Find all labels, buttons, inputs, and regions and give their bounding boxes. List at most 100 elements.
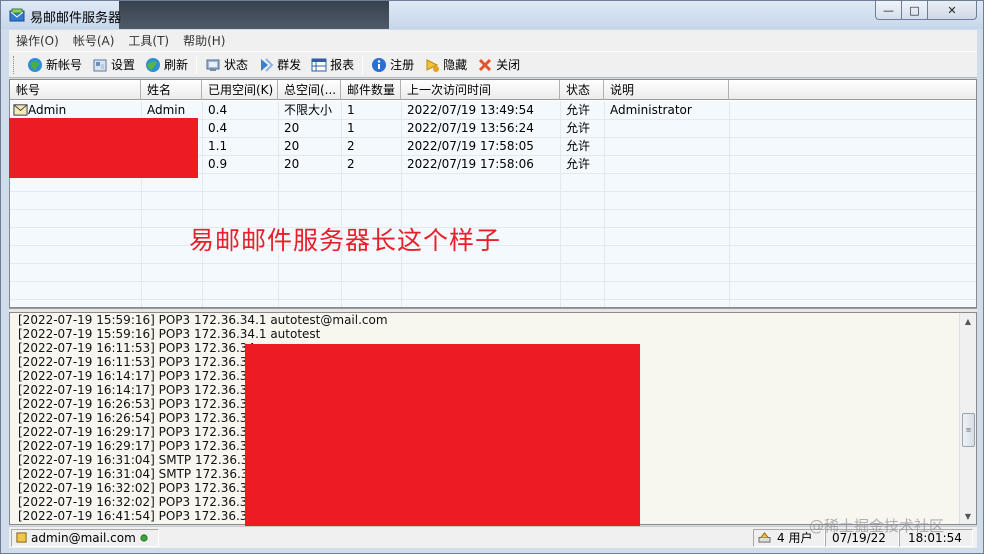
menu-help[interactable]: 帮助(H)	[176, 32, 232, 49]
register-label: 注册	[390, 58, 415, 72]
log-line: [2022-07-19 16:41:54] POP3 172.36.34.	[18, 509, 259, 523]
mail-count-cell: 2	[347, 139, 355, 153]
grid-line	[10, 263, 976, 264]
status-account: admin@mail.com	[31, 531, 136, 545]
settings-button[interactable]: 设置	[87, 54, 140, 76]
app-icon	[9, 8, 25, 22]
grid-line	[10, 209, 976, 210]
hide-label: 隐藏	[443, 58, 468, 72]
log-line: [2022-07-19 16:11:53] POP3 172.36.34.	[18, 341, 259, 355]
log-line: [2022-07-19 16:32:02] POP3 172.36.34.	[18, 481, 259, 495]
status-cell: 允许	[566, 121, 591, 135]
used-space-cell: 0.4	[208, 103, 228, 117]
description-cell	[604, 137, 729, 155]
menu-tools[interactable]: 工具(T)	[121, 32, 176, 49]
title-bar-shadow	[119, 1, 389, 29]
hide-button[interactable]: 隐藏	[419, 54, 472, 76]
user-count: 4 用户	[777, 531, 813, 545]
minimize-button[interactable]: —	[875, 1, 902, 20]
mail-count-cell: 1	[347, 121, 355, 135]
watermark: @稀土掘金技术社区	[809, 517, 945, 535]
settings-icon	[93, 59, 107, 71]
grid-line	[10, 281, 976, 282]
log-line: [2022-07-19 16:31:04] SMTP 172.36.34.	[18, 467, 260, 481]
column-header-last-access[interactable]: 上一次访问时间	[401, 80, 560, 100]
report-button[interactable]: 报表	[306, 54, 359, 76]
column-header-mail-count[interactable]: 邮件数量	[341, 80, 401, 100]
log-line: [2022-07-19 16:32:02] POP3 172.36.34.	[18, 495, 259, 509]
hide-icon	[426, 58, 440, 72]
log-line: [2022-07-19 16:26:53] POP3 172.36.34.	[18, 397, 259, 411]
column-header-description[interactable]: 说明	[604, 80, 729, 100]
column-header-total-space[interactable]: 总空间(...	[278, 80, 341, 100]
refresh-icon	[146, 57, 161, 72]
maximize-icon: □	[909, 3, 920, 17]
last-access-cell: 2022/07/19 13:56:24	[407, 121, 534, 135]
log-line: [2022-07-19 15:59:16] POP3 172.36.34.1 a…	[18, 327, 321, 341]
mailbox-icon	[13, 104, 28, 116]
close-label: 关闭	[496, 58, 521, 72]
description-cell	[604, 155, 729, 173]
menu-operate[interactable]: 操作(O)	[9, 32, 66, 49]
description-cell: Administrator	[610, 103, 692, 117]
status-account-pane: admin@mail.com	[11, 529, 159, 547]
report-label: 报表	[330, 58, 355, 72]
column-header-account[interactable]: 帐号	[10, 80, 141, 100]
close-x-icon	[479, 58, 492, 71]
column-header-used-space[interactable]: 已用空间(K)	[202, 80, 278, 100]
last-access-cell: 2022/07/19 17:58:05	[407, 139, 534, 153]
log-scrollbar[interactable]: ▲ ≡ ▼	[959, 313, 976, 524]
title-bar[interactable]: 易邮邮件服务器 — □ ✕	[1, 1, 983, 29]
mail-count-cell: 1	[347, 103, 355, 117]
status-button[interactable]: 状态	[200, 54, 253, 76]
status-cell: 允许	[566, 157, 591, 171]
online-indicator-icon	[140, 534, 148, 542]
used-space-cell: 0.9	[208, 157, 228, 171]
toolbar-separator	[362, 55, 364, 74]
last-access-cell: 2022/07/19 13:49:54	[407, 103, 534, 117]
used-space-cell: 1.1	[208, 139, 228, 153]
scroll-down-icon[interactable]: ▼	[960, 508, 976, 524]
account-cell: Admin	[10, 101, 141, 119]
menu-account[interactable]: 帐号(A)	[66, 32, 122, 49]
new-account-button[interactable]: 新帐号	[22, 54, 87, 76]
annotation-caption: 易邮邮件服务器长这个样子	[189, 226, 502, 255]
toolbar: 新帐号 设置 刷新 状态 群发 报表 注册 隐藏 关闭	[9, 51, 977, 78]
maximize-button[interactable]: □	[901, 1, 928, 20]
scroll-thumb[interactable]: ≡	[962, 413, 975, 447]
log-line: [2022-07-19 16:14:17] POP3 172.36.34.	[18, 383, 259, 397]
status-label: 状态	[224, 58, 249, 72]
log-line: [2022-07-19 16:26:54] POP3 172.36.34.	[18, 411, 259, 425]
close-button[interactable]: 关闭	[472, 54, 525, 76]
refresh-label: 刷新	[164, 58, 189, 72]
register-button[interactable]: 注册	[366, 54, 419, 76]
report-icon	[311, 58, 327, 71]
info-icon	[372, 57, 387, 72]
column-header-name[interactable]: 姓名	[141, 80, 202, 100]
table-row[interactable]: Admin Admin 0.4 不限大小 1 2022/07/19 13:49:…	[10, 101, 976, 119]
column-header-status[interactable]: 状态	[560, 80, 604, 100]
status-icon	[206, 59, 220, 71]
refresh-button[interactable]: 刷新	[140, 54, 193, 76]
last-access-cell: 2022/07/19 17:58:06	[407, 157, 534, 171]
total-space-cell: 20	[284, 121, 300, 135]
broadcast-button[interactable]: 群发	[253, 54, 306, 76]
close-window-button[interactable]: ✕	[927, 1, 977, 20]
log-line: [2022-07-19 16:29:17] POP3 172.36.34.	[18, 439, 259, 453]
grid-line	[10, 191, 976, 192]
scroll-up-icon[interactable]: ▲	[960, 313, 976, 329]
toolbar-grip[interactable]	[13, 55, 16, 74]
log-line: [2022-07-19 16:14:17] POP3 172.36.34.	[18, 369, 259, 383]
log-line: [2022-07-19 16:11:53] POP3 172.36.34.	[18, 355, 259, 369]
toolbar-separator	[196, 55, 198, 74]
name-cell: Admin	[147, 103, 186, 117]
users-icon	[758, 532, 771, 543]
broadcast-icon	[261, 57, 274, 72]
settings-label: 设置	[111, 58, 136, 72]
total-space-cell: 20	[284, 139, 300, 153]
new-account-icon	[28, 57, 42, 72]
account-name: Admin	[28, 103, 67, 117]
accounts-table[interactable]: 帐号 姓名 已用空间(K) 总空间(... 邮件数量 上一次访问时间 状态 说明	[9, 79, 977, 308]
close-icon: ✕	[947, 3, 957, 17]
menu-bar: 操作(O) 帐号(A) 工具(T) 帮助(H)	[9, 30, 977, 51]
